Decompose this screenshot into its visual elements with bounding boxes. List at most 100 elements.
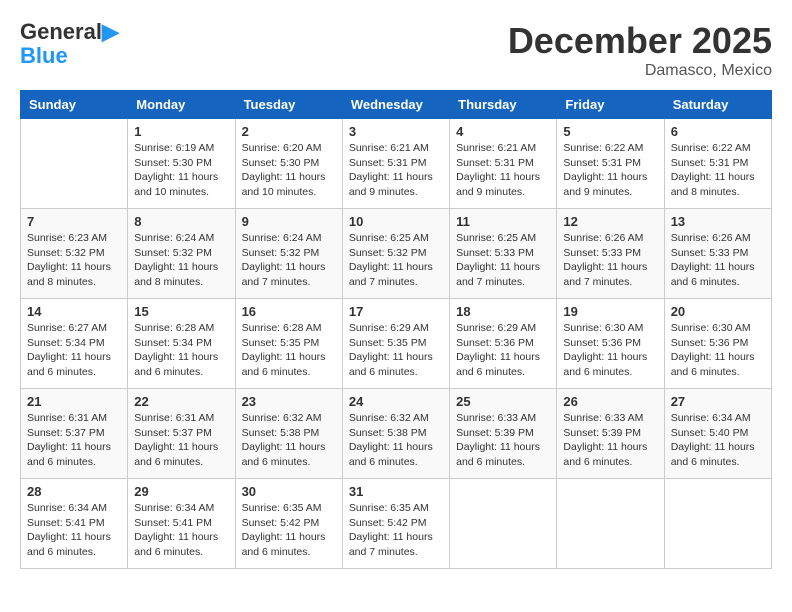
day-number: 27 — [671, 394, 765, 409]
day-info: Sunrise: 6:21 AM Sunset: 5:31 PM Dayligh… — [456, 141, 550, 200]
day-info: Sunrise: 6:30 AM Sunset: 5:36 PM Dayligh… — [563, 321, 657, 380]
calendar-cell: 5 Sunrise: 6:22 AM Sunset: 5:31 PM Daylig… — [557, 119, 664, 209]
calendar-cell: 6 Sunrise: 6:22 AM Sunset: 5:31 PM Daylig… — [664, 119, 771, 209]
week-row-4: 21 Sunrise: 6:31 AM Sunset: 5:37 PM Dayli… — [21, 389, 772, 479]
day-number: 20 — [671, 304, 765, 319]
calendar-cell: 24Sunrise: 6:32 AM Sunset: 5:38 PM Dayli… — [342, 389, 449, 479]
calendar-cell: 8 Sunrise: 6:24 AM Sunset: 5:32 PM Daylig… — [128, 209, 235, 299]
weekday-header-friday: Friday — [557, 91, 664, 119]
calendar-cell: 2Sunrise: 6:20 AM Sunset: 5:30 PM Daylig… — [235, 119, 342, 209]
day-number: 6 — [671, 124, 765, 139]
day-info: Sunrise: 6:24 AM Sunset: 5:32 PM Dayligh… — [134, 231, 228, 290]
day-info: Sunrise: 6:32 AM Sunset: 5:38 PM Dayligh… — [242, 411, 336, 470]
calendar-cell: 16 Sunrise: 6:28 AM Sunset: 5:35 PM Dayli… — [235, 299, 342, 389]
day-info: Sunrise: 6:32 AM Sunset: 5:38 PM Dayligh… — [349, 411, 443, 470]
calendar-table: SundayMondayTuesdayWednesdayThursdayFrid… — [20, 90, 772, 569]
calendar-cell — [664, 479, 771, 569]
calendar-cell: 12 Sunrise: 6:26 AM Sunset: 5:33 PM Dayli… — [557, 209, 664, 299]
day-number: 10 — [349, 214, 443, 229]
day-number: 31 — [349, 484, 443, 499]
day-info: Sunrise: 6:33 AM Sunset: 5:39 PM Dayligh… — [563, 411, 657, 470]
calendar-cell: 4 Sunrise: 6:21 AM Sunset: 5:31 PM Daylig… — [450, 119, 557, 209]
day-info: Sunrise: 6:22 AM Sunset: 5:31 PM Dayligh… — [671, 141, 765, 200]
day-number: 13 — [671, 214, 765, 229]
day-info: Sunrise: 6:20 AM Sunset: 5:30 PM Dayligh… — [242, 141, 336, 200]
day-info: Sunrise: 6:31 AM Sunset: 5:37 PM Dayligh… — [134, 411, 228, 470]
day-info: Sunrise: 6:34 AM Sunset: 5:40 PM Dayligh… — [671, 411, 765, 470]
calendar-cell: 26 Sunrise: 6:33 AM Sunset: 5:39 PM Dayli… — [557, 389, 664, 479]
weekday-header-monday: Monday — [128, 91, 235, 119]
day-info: Sunrise: 6:26 AM Sunset: 5:33 PM Dayligh… — [563, 231, 657, 290]
calendar-cell: 19 Sunrise: 6:30 AM Sunset: 5:36 PM Dayli… — [557, 299, 664, 389]
day-info: Sunrise: 6:35 AM Sunset: 5:42 PM Dayligh… — [349, 501, 443, 560]
day-number: 12 — [563, 214, 657, 229]
day-info: Sunrise: 6:23 AM Sunset: 5:32 PM Dayligh… — [27, 231, 121, 290]
day-info: Sunrise: 6:25 AM Sunset: 5:33 PM Dayligh… — [456, 231, 550, 290]
calendar-cell: 29Sunrise: 6:34 AM Sunset: 5:41 PM Dayli… — [128, 479, 235, 569]
day-info: Sunrise: 6:35 AM Sunset: 5:42 PM Dayligh… — [242, 501, 336, 560]
day-info: Sunrise: 6:28 AM Sunset: 5:35 PM Dayligh… — [242, 321, 336, 380]
day-number: 28 — [27, 484, 121, 499]
day-number: 5 — [563, 124, 657, 139]
weekday-header-thursday: Thursday — [450, 91, 557, 119]
day-info: Sunrise: 6:29 AM Sunset: 5:36 PM Dayligh… — [456, 321, 550, 380]
calendar-cell: 14Sunrise: 6:27 AM Sunset: 5:34 PM Dayli… — [21, 299, 128, 389]
weekday-header-wednesday: Wednesday — [342, 91, 449, 119]
calendar-cell: 11 Sunrise: 6:25 AM Sunset: 5:33 PM Dayli… — [450, 209, 557, 299]
calendar-cell: 10 Sunrise: 6:25 AM Sunset: 5:32 PM Dayli… — [342, 209, 449, 299]
day-info: Sunrise: 6:34 AM Sunset: 5:41 PM Dayligh… — [134, 501, 228, 560]
day-number: 25 — [456, 394, 550, 409]
day-number: 8 — [134, 214, 228, 229]
day-info: Sunrise: 6:31 AM Sunset: 5:37 PM Dayligh… — [27, 411, 121, 470]
calendar-cell: 23 Sunrise: 6:32 AM Sunset: 5:38 PM Dayli… — [235, 389, 342, 479]
calendar-cell: 30 Sunrise: 6:35 AM Sunset: 5:42 PM Dayli… — [235, 479, 342, 569]
weekday-header-saturday: Saturday — [664, 91, 771, 119]
calendar-cell: 13 Sunrise: 6:26 AM Sunset: 5:33 PM Dayli… — [664, 209, 771, 299]
calendar-cell: 1Sunrise: 6:19 AM Sunset: 5:30 PM Daylig… — [128, 119, 235, 209]
day-info: Sunrise: 6:26 AM Sunset: 5:33 PM Dayligh… — [671, 231, 765, 290]
day-info: Sunrise: 6:33 AM Sunset: 5:39 PM Dayligh… — [456, 411, 550, 470]
day-number: 19 — [563, 304, 657, 319]
location-subtitle: Damasco, Mexico — [508, 62, 772, 80]
day-number: 21 — [27, 394, 121, 409]
day-info: Sunrise: 6:27 AM Sunset: 5:34 PM Dayligh… — [27, 321, 121, 380]
calendar-cell: 31 Sunrise: 6:35 AM Sunset: 5:42 PM Dayli… — [342, 479, 449, 569]
day-number: 16 — [242, 304, 336, 319]
calendar-cell: 20Sunrise: 6:30 AM Sunset: 5:36 PM Dayli… — [664, 299, 771, 389]
calendar-cell — [450, 479, 557, 569]
day-number: 17 — [349, 304, 443, 319]
day-info: Sunrise: 6:29 AM Sunset: 5:35 PM Dayligh… — [349, 321, 443, 380]
calendar-cell: 21 Sunrise: 6:31 AM Sunset: 5:37 PM Dayli… — [21, 389, 128, 479]
day-number: 3 — [349, 124, 443, 139]
day-number: 4 — [456, 124, 550, 139]
day-number: 18 — [456, 304, 550, 319]
week-row-3: 14Sunrise: 6:27 AM Sunset: 5:34 PM Dayli… — [21, 299, 772, 389]
day-info: Sunrise: 6:24 AM Sunset: 5:32 PM Dayligh… — [242, 231, 336, 290]
day-info: Sunrise: 6:34 AM Sunset: 5:41 PM Dayligh… — [27, 501, 121, 560]
day-number: 15 — [134, 304, 228, 319]
day-info: Sunrise: 6:25 AM Sunset: 5:32 PM Dayligh… — [349, 231, 443, 290]
day-number: 11 — [456, 214, 550, 229]
day-number: 26 — [563, 394, 657, 409]
weekday-header-sunday: Sunday — [21, 91, 128, 119]
weekday-header-row: SundayMondayTuesdayWednesdayThursdayFrid… — [21, 91, 772, 119]
logo-text: General▶ Blue — [20, 20, 119, 68]
day-info: Sunrise: 6:28 AM Sunset: 5:34 PM Dayligh… — [134, 321, 228, 380]
day-info: Sunrise: 6:19 AM Sunset: 5:30 PM Dayligh… — [134, 141, 228, 200]
week-row-5: 28 Sunrise: 6:34 AM Sunset: 5:41 PM Dayli… — [21, 479, 772, 569]
calendar-cell: 25 Sunrise: 6:33 AM Sunset: 5:39 PM Dayli… — [450, 389, 557, 479]
calendar-cell: 27 Sunrise: 6:34 AM Sunset: 5:40 PM Dayli… — [664, 389, 771, 479]
calendar-cell — [557, 479, 664, 569]
day-number: 30 — [242, 484, 336, 499]
calendar-cell: 15 Sunrise: 6:28 AM Sunset: 5:34 PM Dayli… — [128, 299, 235, 389]
week-row-1: 1Sunrise: 6:19 AM Sunset: 5:30 PM Daylig… — [21, 119, 772, 209]
calendar-cell: 3 Sunrise: 6:21 AM Sunset: 5:31 PM Daylig… — [342, 119, 449, 209]
page-header: General▶ Blue December 2025 Damasco, Mex… — [20, 20, 772, 80]
day-number: 23 — [242, 394, 336, 409]
week-row-2: 7Sunrise: 6:23 AM Sunset: 5:32 PM Daylig… — [21, 209, 772, 299]
calendar-cell: 17 Sunrise: 6:29 AM Sunset: 5:35 PM Dayli… — [342, 299, 449, 389]
day-info: Sunrise: 6:22 AM Sunset: 5:31 PM Dayligh… — [563, 141, 657, 200]
calendar-cell: 9Sunrise: 6:24 AM Sunset: 5:32 PM Daylig… — [235, 209, 342, 299]
calendar-cell: 22Sunrise: 6:31 AM Sunset: 5:37 PM Dayli… — [128, 389, 235, 479]
day-info: Sunrise: 6:21 AM Sunset: 5:31 PM Dayligh… — [349, 141, 443, 200]
